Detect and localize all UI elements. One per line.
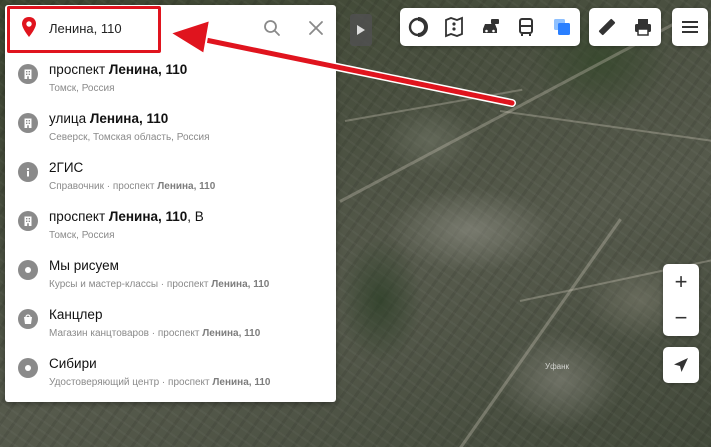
suggestion-title-match: Ленина, 110 — [89, 111, 169, 126]
dot-icon — [18, 260, 38, 280]
suggestion-title-text: 2ГИС — [49, 160, 84, 175]
suggestion-subtitle-match: Ленина, 110 — [202, 328, 261, 339]
suggestion-subtitle: Курсы и мастер-классы · проспект Ленина,… — [49, 279, 269, 290]
suggestion-item[interactable]: 2ГИС Справочник · проспект Ленина, 110 — [5, 154, 336, 203]
suggestion-subtitle-text: Удостоверяющий центр · проспект — [49, 377, 213, 388]
suggestion-item[interactable]: улица Ленина, 110 Северск, Томская област… — [5, 105, 336, 154]
suggestion-title-match: Ленина, 110 — [108, 62, 188, 77]
my-location-button[interactable] — [663, 347, 699, 383]
suggestion-title-text: проспект — [49, 62, 109, 77]
suggestion-subtitle-text: Магазин канцтоваров · проспект — [49, 328, 203, 339]
suggestion-item[interactable]: Сибири Удостоверяющий центр · проспект Ле… — [5, 350, 336, 399]
suggestion-subtitle: Справочник · проспект Ленина, 110 — [49, 181, 215, 192]
search-bar — [5, 5, 336, 50]
suggestion-subtitle: Томск, Россия — [49, 83, 115, 94]
suggestion-subtitle: Магазин канцтоваров · проспект Ленина, 1… — [49, 328, 260, 339]
suggestion-title-text: Мы рисуем — [49, 258, 119, 273]
suggestion-title: проспект Ленина, 110 — [49, 62, 187, 77]
zoom-out-button[interactable]: − — [663, 300, 699, 336]
suggestion-title: Сибири — [49, 356, 97, 371]
play-triangle-icon — [357, 25, 365, 35]
car-icon — [483, 19, 499, 33]
suggestion-title: 2ГИС — [49, 160, 83, 175]
building-icon — [18, 113, 38, 133]
menu-button[interactable] — [672, 8, 708, 46]
tool-traffic[interactable] — [436, 8, 472, 46]
layers-toolbar — [400, 8, 580, 46]
suggestion-title-text: Канцлер — [49, 307, 103, 322]
bus-icon — [519, 18, 533, 36]
map-road — [458, 218, 622, 447]
close-icon[interactable] — [307, 19, 325, 37]
suggestion-item[interactable]: проспект Ленина, 110, В Томск, Россия — [5, 203, 336, 252]
tool-print[interactable] — [625, 8, 661, 46]
hamburger-menu-icon — [682, 21, 698, 33]
search-icon[interactable] — [263, 19, 281, 37]
tool-road-events[interactable] — [472, 8, 508, 46]
suggestion-title: улица Ленина, 110 — [49, 111, 168, 126]
zoom-in-button[interactable]: + — [663, 264, 699, 300]
suggestion-list: проспект Ленина, 110 Томск, Россия улица Л… — [5, 56, 336, 399]
tool-map-layers[interactable] — [544, 8, 580, 46]
suggestion-title-text: проспект — [49, 209, 109, 224]
building-icon — [18, 211, 38, 231]
tools-toolbar — [589, 8, 661, 46]
shop-icon — [18, 309, 38, 329]
building-icon — [18, 64, 38, 84]
suggestion-item[interactable]: Мы рисуем Курсы и мастер-классы · проспек… — [5, 252, 336, 301]
info-icon — [18, 162, 38, 182]
suggestion-subtitle-text: Томск, Россия — [49, 230, 115, 241]
suggestion-subtitle-match: Ленина, 110 — [212, 377, 271, 388]
menu-toolbar — [672, 8, 708, 46]
suggestion-subtitle-text: Курсы и мастер-классы · проспект — [49, 279, 212, 290]
suggestion-subtitle: Томск, Россия — [49, 230, 115, 241]
suggestion-subtitle: Удостоверяющий центр · проспект Ленина, … — [49, 377, 270, 388]
location-pin-icon — [22, 17, 36, 37]
map-road — [499, 110, 711, 143]
suggestion-subtitle-text: Северск, Томская область, Россия — [49, 132, 210, 143]
collapse-panel-button[interactable] — [350, 14, 372, 46]
map-place-label: Уфанк — [545, 362, 570, 371]
layers-icon — [554, 19, 570, 35]
ruler-icon — [598, 18, 616, 36]
suggestion-title-match: Ленина, 110 — [108, 209, 188, 224]
tool-panorama[interactable] — [400, 8, 436, 46]
suggestion-title-text: Сибири — [49, 356, 97, 371]
suggestion-title: Мы рисуем — [49, 258, 119, 273]
dot-icon — [18, 358, 38, 378]
suggestion-item[interactable]: Канцлер Магазин канцтоваров · проспект Ле… — [5, 301, 336, 350]
navigation-arrow-icon — [674, 358, 688, 372]
suggestion-subtitle-text: Томск, Россия — [49, 83, 115, 94]
tool-transport[interactable] — [508, 8, 544, 46]
suggestion-subtitle: Северск, Томская область, Россия — [49, 132, 210, 143]
printer-icon — [635, 19, 651, 36]
tool-ruler[interactable] — [589, 8, 625, 46]
suggestion-subtitle-text: Справочник · проспект — [49, 181, 158, 192]
search-panel: проспект Ленина, 110 Томск, Россия улица Л… — [5, 5, 336, 402]
search-input[interactable] — [49, 18, 249, 38]
suggestion-item[interactable]: проспект Ленина, 110 Томск, Россия — [5, 56, 336, 105]
suggestion-title: проспект Ленина, 110, В — [49, 209, 204, 224]
suggestion-subtitle-match: Ленина, 110 — [157, 181, 216, 192]
suggestion-subtitle-match: Ленина, 110 — [211, 279, 270, 290]
suggestion-title-text: улица — [49, 111, 90, 126]
suggestion-title-suffix: , В — [187, 209, 204, 224]
panorama-circle-icon — [408, 17, 428, 37]
traffic-lights-icon — [445, 16, 463, 38]
suggestion-title: Канцлер — [49, 307, 102, 322]
zoom-controls: + − — [663, 264, 699, 336]
